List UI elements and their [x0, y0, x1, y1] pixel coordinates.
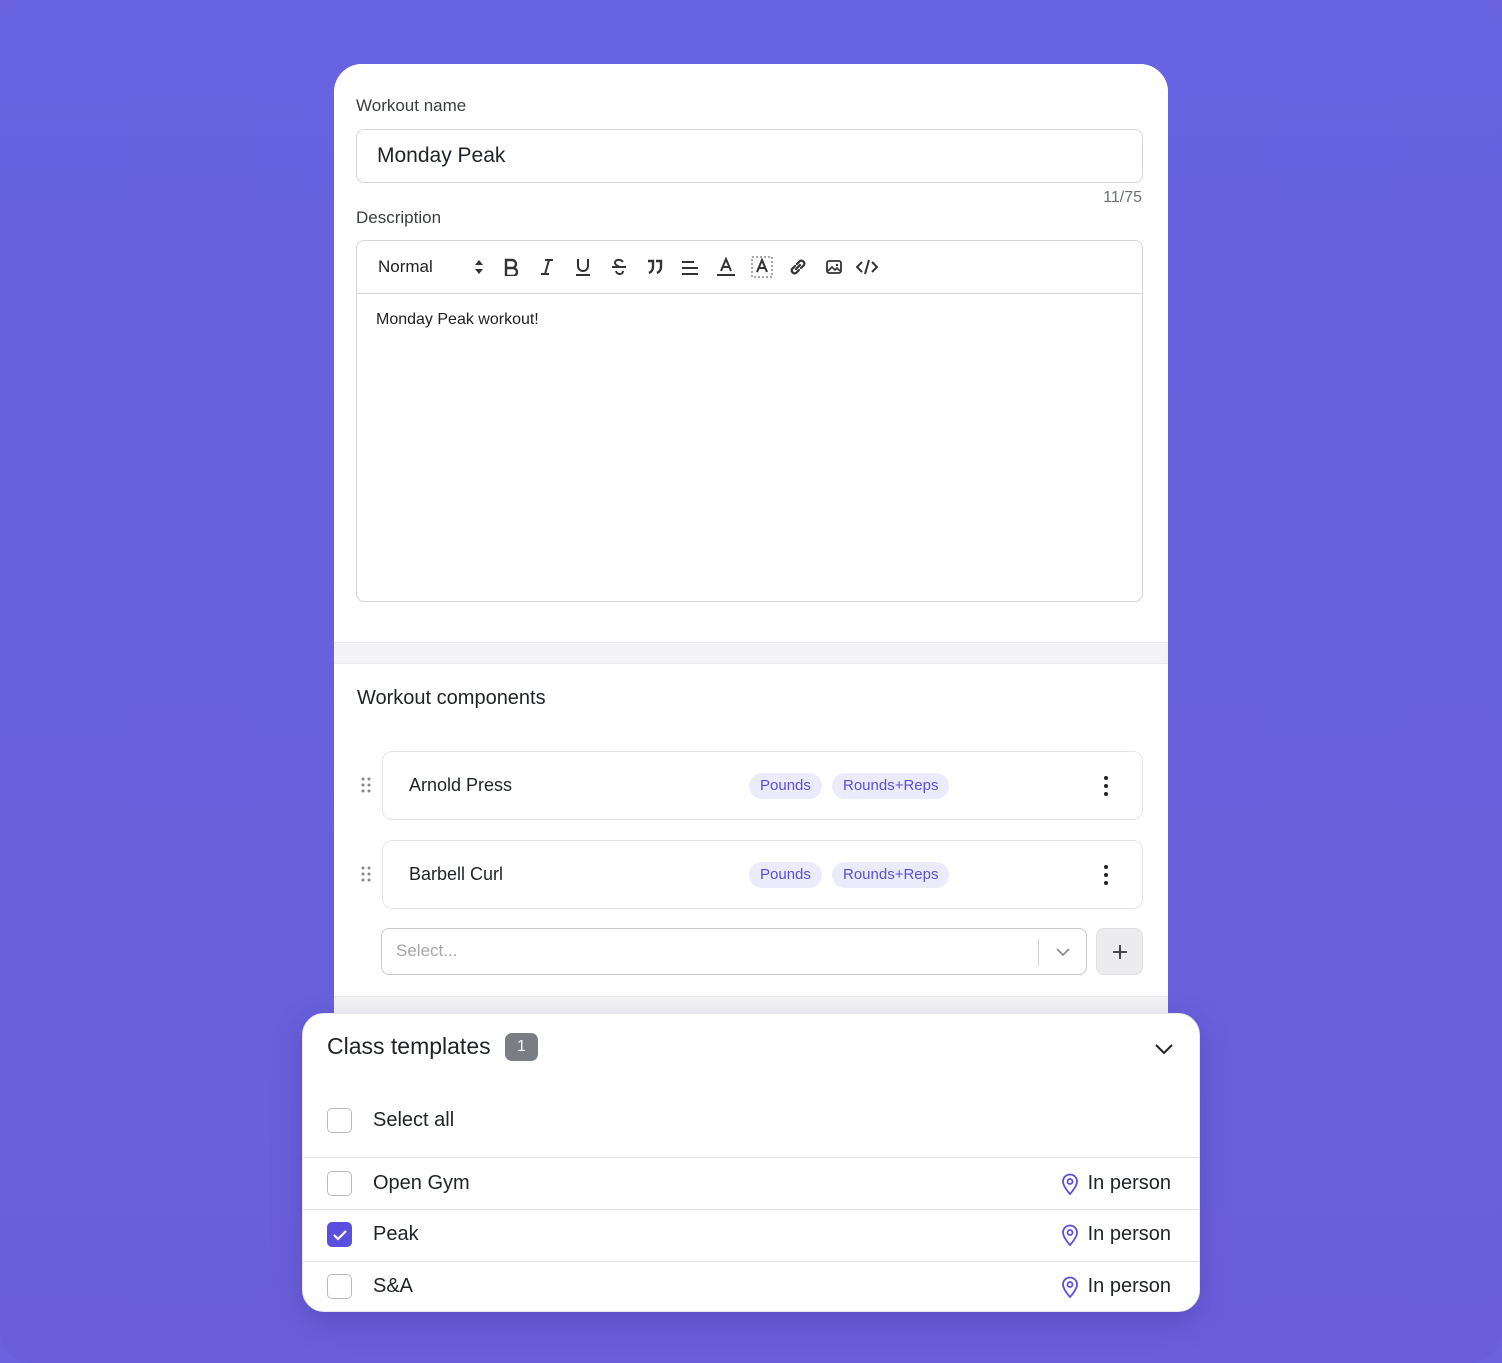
select-separator — [1038, 939, 1039, 966]
location-pin-icon — [1061, 1173, 1078, 1195]
char-counter: 11/75 — [1103, 189, 1142, 206]
component-name: Arnold Press — [409, 775, 513, 795]
unit-tag: Pounds — [749, 862, 822, 888]
location-label: In person — [1087, 1275, 1171, 1297]
scoring-tag: Rounds+Reps — [832, 862, 950, 888]
template-location: In person — [1060, 1223, 1171, 1246]
add-component-button[interactable] — [1096, 928, 1143, 975]
background-frame: Workout name Monday Peak 11/75 Descripti… — [0, 0, 1502, 1363]
bold-icon — [504, 258, 519, 276]
image-icon — [826, 260, 842, 274]
component-row[interactable]: Arnold Press Pounds Rounds+Reps — [382, 751, 1143, 820]
template-name: Open Gym — [373, 1172, 470, 1194]
description-editor: Normal Monday Peak workout! — [356, 240, 1143, 602]
row-divider — [303, 1209, 1199, 1210]
align-icon — [682, 261, 698, 275]
location-label: In person — [1087, 1172, 1171, 1194]
component-name: Barbell Curl — [409, 864, 504, 884]
template-checkbox-checked[interactable] — [327, 1222, 352, 1247]
unit-tag: Pounds — [749, 773, 822, 799]
selected-count-badge: 1 — [505, 1033, 538, 1061]
class-templates-title: Class templates — [327, 1033, 491, 1059]
drag-handle-icon[interactable] — [360, 866, 372, 882]
more-options-icon[interactable] — [1096, 864, 1116, 886]
editor-content[interactable]: Monday Peak workout! — [376, 311, 539, 329]
italic-icon — [541, 259, 553, 275]
section-divider — [334, 642, 1168, 664]
template-checkbox[interactable] — [327, 1274, 352, 1299]
chevron-down-icon — [1056, 948, 1070, 957]
template-checkbox[interactable] — [327, 1171, 352, 1196]
template-name: Peak — [373, 1223, 419, 1245]
underline-button[interactable] — [570, 254, 596, 280]
strikethrough-button[interactable] — [606, 254, 632, 280]
template-location: In person — [1060, 1172, 1171, 1195]
link-button[interactable] — [785, 254, 811, 280]
drag-handle-icon[interactable] — [360, 777, 372, 793]
link-icon — [790, 259, 806, 275]
highlight-button[interactable] — [749, 254, 775, 280]
underline-icon — [576, 259, 590, 276]
workout-details-section: Workout name Monday Peak 11/75 Descripti… — [334, 64, 1168, 642]
text-color-icon — [717, 257, 735, 276]
strikethrough-icon — [612, 258, 626, 275]
highlight-icon — [751, 256, 773, 278]
workout-name-input[interactable]: Monday Peak — [356, 129, 1143, 183]
component-row[interactable]: Barbell Curl Pounds Rounds+Reps — [382, 840, 1143, 909]
checkmark-icon — [332, 1229, 347, 1241]
workout-components-section: Workout components Arnold Press Pounds R… — [334, 664, 1168, 996]
chevron-down-icon[interactable] — [1153, 1038, 1175, 1060]
select-placeholder: Select... — [396, 941, 458, 960]
description-label: Description — [356, 208, 442, 227]
template-name: S&A — [373, 1275, 414, 1297]
scoring-tag: Rounds+Reps — [832, 773, 950, 799]
italic-button[interactable] — [534, 254, 560, 280]
select-all-checkbox[interactable] — [327, 1108, 352, 1133]
code-icon — [856, 259, 878, 275]
template-location: In person — [1060, 1275, 1171, 1298]
editor-toolbar: Normal — [357, 241, 1142, 294]
location-label: In person — [1087, 1223, 1171, 1245]
workout-form-card: Workout name Monday Peak 11/75 Descripti… — [334, 64, 1168, 1024]
location-pin-icon — [1061, 1276, 1078, 1298]
workout-name-label: Workout name — [356, 96, 467, 115]
more-options-icon[interactable] — [1096, 775, 1116, 797]
select-arrows-icon — [475, 260, 483, 274]
location-pin-icon — [1061, 1224, 1078, 1246]
class-templates-panel: Class templates 1 Select all Open Gym In… — [302, 1013, 1200, 1312]
align-button[interactable] — [677, 254, 703, 280]
row-divider — [303, 1261, 1199, 1262]
blockquote-icon — [648, 259, 663, 275]
blockquote-button[interactable] — [642, 254, 668, 280]
component-select[interactable]: Select... — [381, 928, 1087, 975]
image-button[interactable] — [821, 254, 847, 280]
code-button[interactable] — [854, 254, 880, 280]
format-select[interactable]: Normal — [378, 257, 433, 277]
text-color-button[interactable] — [713, 254, 739, 280]
row-divider — [303, 1157, 1199, 1158]
plus-icon — [1112, 944, 1127, 959]
select-all-label: Select all — [373, 1109, 455, 1131]
components-title: Workout components — [357, 687, 546, 709]
bold-button[interactable] — [498, 254, 524, 280]
